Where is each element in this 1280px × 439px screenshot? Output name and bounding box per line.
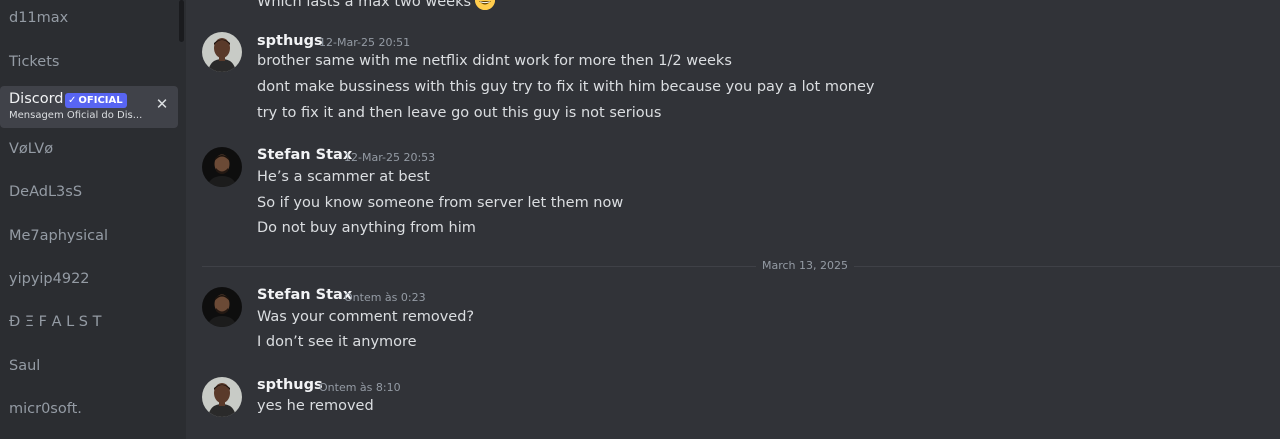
dm-item-yipyip4922[interactable]: yipyip4922 — [9, 271, 90, 287]
dm-item-discord-active[interactable]: Discord ✓ OFICIAL Mensagem Oficial do Dis… — [0, 86, 178, 128]
message-line: Which lasts a max two weeks — [257, 0, 496, 10]
dm-item-tickets[interactable]: Tickets — [9, 54, 59, 70]
dm-item-saul[interactable]: Saul — [9, 358, 40, 374]
dm-item-discord-name: Discord — [9, 91, 64, 107]
message-line: He’s a scammer at best — [257, 169, 430, 185]
dm-item-d11max[interactable]: d11max — [9, 10, 68, 26]
message-timestamp: 12-Mar-25 20:53 — [344, 151, 436, 164]
message-line: I don’t see it anymore — [257, 334, 417, 350]
message-timestamp: Ontem às 0:23 — [344, 291, 426, 304]
official-badge: ✓ OFICIAL — [65, 93, 127, 108]
chat-area: Which lasts a max two weeks spthugs 12-M… — [186, 0, 1280, 439]
dm-item-defalst[interactable]: Ð Ξ F A L S T — [9, 314, 101, 330]
dm-item-deadl3ss[interactable]: DeAdL3sS — [9, 184, 82, 200]
avatar-stefan-stax[interactable] — [202, 147, 242, 187]
dm-sidebar: d11max Tickets Discord ✓ OFICIAL Mensagem… — [0, 0, 186, 439]
message-timestamp: Ontem às 8:10 — [319, 381, 401, 394]
grinning-face-emoji — [475, 0, 496, 10]
date-divider: March 13, 2025 — [756, 259, 855, 272]
message-author[interactable]: spthugs — [257, 33, 323, 49]
sidebar-scrollbar[interactable] — [179, 0, 184, 42]
message-line: Do not buy anything from him — [257, 220, 476, 236]
avatar-stefan-stax[interactable] — [202, 287, 242, 327]
message-line: So if you know someone from server let t… — [257, 195, 624, 211]
dm-item-volvo[interactable]: VøLVø — [9, 141, 53, 157]
official-badge-label: OFICIAL — [78, 95, 123, 106]
date-divider-line — [202, 266, 1280, 267]
message-author[interactable]: spthugs — [257, 377, 323, 393]
checkmark-icon: ✓ — [68, 95, 77, 106]
message-line: dont make bussiness with this guy try to… — [257, 79, 875, 95]
dm-item-discord-subtitle: Mensagem Oficial do Dis... — [9, 110, 143, 121]
message-author[interactable]: Stefan Stax — [257, 147, 352, 163]
message-line: try to fix it and then leave go out this… — [257, 105, 662, 121]
avatar-spthugs[interactable] — [202, 377, 242, 417]
message-line: brother same with me netflix didnt work … — [257, 53, 732, 69]
dm-item-me7aphysical[interactable]: Me7aphysical — [9, 228, 108, 244]
avatar-spthugs[interactable] — [202, 32, 242, 72]
message-text: Which lasts a max two weeks — [257, 0, 472, 10]
discord-window: d11max Tickets Discord ✓ OFICIAL Mensagem… — [0, 0, 1280, 439]
dm-item-micr0soft[interactable]: micr0soft. — [9, 401, 82, 417]
message-author[interactable]: Stefan Stax — [257, 287, 352, 303]
message-line: yes he removed — [257, 398, 374, 414]
message-timestamp: 12-Mar-25 20:51 — [319, 36, 411, 49]
message-line: Was your comment removed? — [257, 309, 475, 325]
close-icon[interactable]: ✕ — [154, 96, 170, 112]
